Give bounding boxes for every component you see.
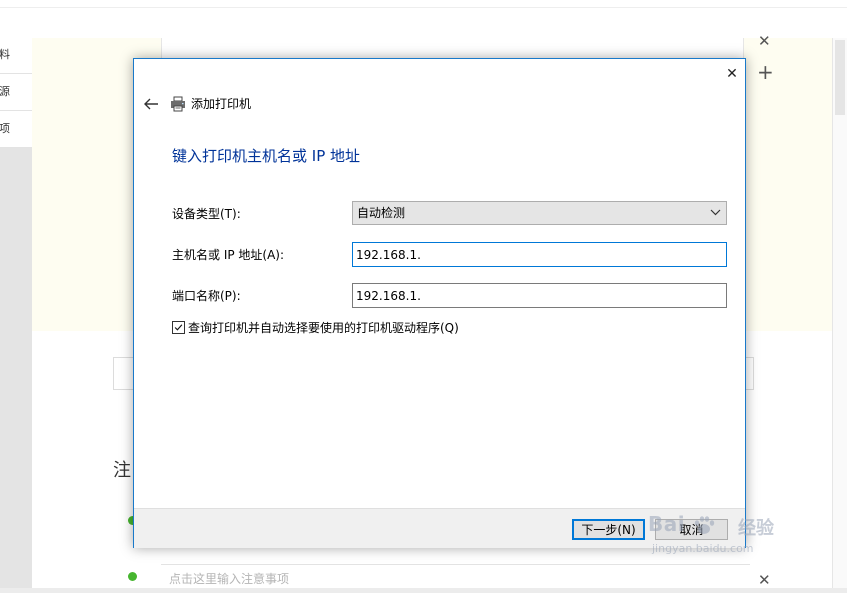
checkmark-icon — [174, 324, 183, 331]
status-dot — [128, 572, 137, 581]
next-button[interactable]: 下一步(N) — [572, 519, 645, 540]
baidu-jingyan-watermark: Bai 经验 jingyan.baidu.com — [648, 512, 808, 572]
dialog-heading: 键入打印机主机名或 IP 地址 — [172, 147, 361, 165]
printer-icon — [171, 96, 185, 112]
query-printer-label: 查询打印机并自动选择要使用的打印机驱动程序(Q) — [188, 321, 459, 335]
page-scrollbar[interactable] — [832, 38, 847, 588]
watermark-brand2: 经验 — [738, 518, 774, 539]
paw-logo-icon — [694, 516, 715, 534]
close-icon[interactable]: ✕ — [758, 34, 771, 49]
watermark-brand: Bai — [648, 512, 686, 536]
device-type-label: 设备类型(T): — [172, 207, 241, 221]
query-printer-checkbox[interactable] — [172, 321, 185, 334]
device-type-select[interactable]: 自动检测 — [352, 201, 727, 225]
watermark-url: jingyan.baidu.com — [652, 542, 754, 555]
dialog-title: 添加打印机 — [191, 97, 252, 111]
device-type-value: 自动检测 — [357, 206, 406, 220]
hostname-label: 主机名或 IP 地址(A): — [172, 248, 285, 262]
dialog-close-button[interactable]: ✕ — [724, 66, 740, 82]
add-printer-dialog: ✕ 添加打印机 键入打印机主机名或 IP 地址 设备类型(T): 自动检测 主机… — [133, 58, 746, 548]
back-arrow-icon[interactable] — [142, 96, 160, 112]
sidebar-item-2[interactable]: 源 — [0, 74, 32, 111]
notes-heading: 注 — [113, 460, 131, 481]
sidebar-item-1[interactable]: 料 — [0, 37, 32, 74]
port-name-label: 端口名称(P): — [172, 289, 241, 303]
close-icon[interactable]: ✕ — [758, 573, 771, 588]
plus-icon[interactable]: + — [757, 62, 774, 82]
scrollbar-thumb[interactable] — [835, 40, 845, 115]
hostname-input[interactable] — [352, 242, 727, 267]
browser-top-bar — [0, 0, 847, 39]
chevron-down-icon — [710, 209, 721, 216]
port-name-input[interactable] — [352, 283, 727, 308]
sidebar-item-3[interactable]: 项 — [0, 111, 32, 148]
